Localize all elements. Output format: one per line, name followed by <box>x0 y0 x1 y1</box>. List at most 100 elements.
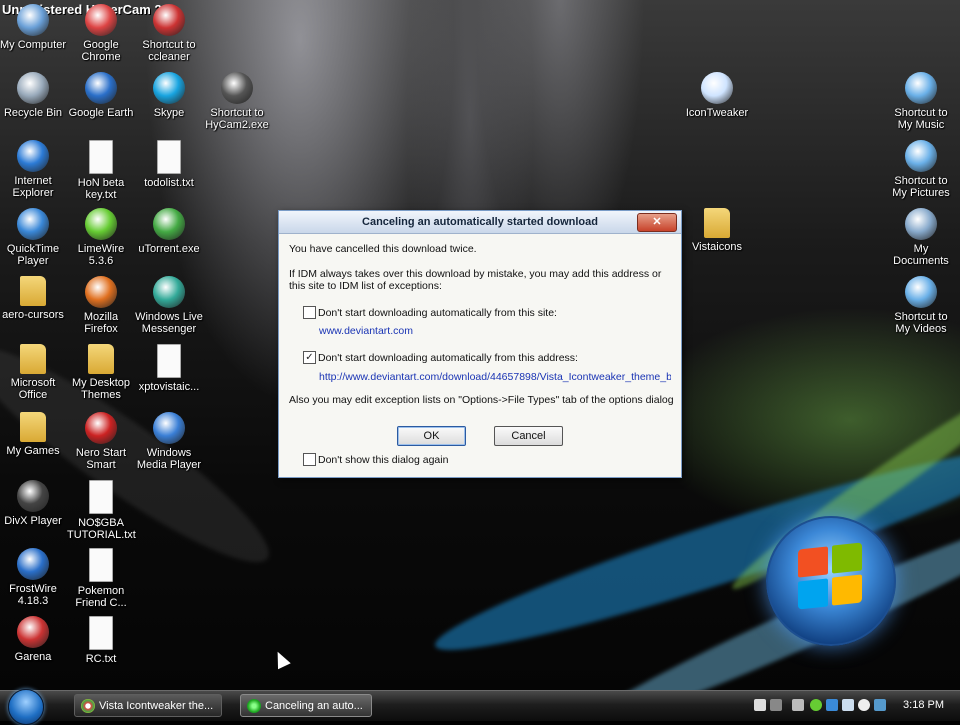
desktop-icon-label: Microsoft Office <box>10 377 56 401</box>
dialog-title: Canceling an automatically started downl… <box>362 216 598 228</box>
desktop-icon-label: Shortcut to HyCam2.exe <box>205 107 269 131</box>
desktop-icon[interactable]: LimeWire 5.3.6 <box>67 208 135 267</box>
desktop-icon[interactable]: aero-cursors <box>0 276 67 321</box>
address-exception-checkbox[interactable]: ✓ <box>303 351 316 364</box>
site-exception-label[interactable]: Don't start downloading automatically fr… <box>318 307 668 319</box>
internet-explorer-icon <box>17 140 49 172</box>
desktop-icon-label: FrostWire 4.18.3 <box>9 583 57 607</box>
idm-icon <box>247 699 261 713</box>
ccleaner-icon <box>153 4 185 36</box>
desktop-icon-label: QuickTime Player <box>6 243 60 267</box>
skype-icon <box>153 72 185 104</box>
desktop-icon[interactable]: todolist.txt <box>135 140 203 189</box>
desktop-icon[interactable]: My Documents <box>887 208 955 267</box>
text-file-icon <box>89 616 113 650</box>
recycle-bin-icon <box>17 72 49 104</box>
desktop-icon[interactable]: uTorrent.exe <box>135 208 203 255</box>
desktop-icon[interactable]: IconTweaker <box>683 72 751 119</box>
messenger-tray-icon[interactable] <box>874 699 886 711</box>
desktop-icon[interactable]: Microsoft Office <box>0 344 67 401</box>
desktop-icon[interactable]: My Computer <box>0 4 67 51</box>
desktop-icon[interactable]: Skype <box>135 72 203 119</box>
taskbar: Vista Icontweaker the... Canceling an au… <box>0 689 960 725</box>
exceptions-message: If IDM always takes over this download b… <box>289 268 662 292</box>
desktop-icon-label: My Documents <box>893 243 949 267</box>
desktop-icon-label: Nero Start Smart <box>75 447 127 471</box>
desktop-icon[interactable]: Vistaicons <box>683 208 751 253</box>
address-exception-label[interactable]: Don't start downloading automatically fr… <box>318 352 668 364</box>
taskbar-button-dialog[interactable]: Canceling an auto... <box>240 694 372 717</box>
desktop-icon-label: Shortcut to ccleaner <box>142 39 196 63</box>
desktop-icon[interactable]: Shortcut to My Videos <box>887 276 955 335</box>
desktop-icon[interactable]: Google Earth <box>67 72 135 119</box>
videos-folder-icon <box>905 276 937 308</box>
keyboard-icon[interactable] <box>770 699 782 711</box>
desktop-icon[interactable]: xptovistaic... <box>135 344 203 393</box>
desktop-icon[interactable]: NO$GBA TUTORIAL.txt <box>67 480 136 541</box>
divx-icon <box>17 480 49 512</box>
desktop: Unregistered HyperCam 2 My Computer Googl… <box>0 0 960 690</box>
desktop-icon[interactable]: HoN beta key.txt <box>67 140 135 201</box>
desktop-icon-label: xptovistaic... <box>138 381 200 393</box>
quicktime-icon <box>17 208 49 240</box>
desktop-icon-label: IconTweaker <box>685 107 749 119</box>
desktop-icon[interactable]: My Desktop Themes <box>67 344 135 401</box>
icontweaker-icon <box>701 72 733 104</box>
nero-icon <box>85 412 117 444</box>
desktop-icon[interactable]: QuickTime Player <box>0 208 67 267</box>
desktop-icon[interactable]: Google Chrome <box>67 4 135 63</box>
cancel-button[interactable]: Cancel <box>494 426 563 446</box>
windows-logo <box>766 516 896 646</box>
dialog-body: You have cancelled this download twice. … <box>279 234 681 477</box>
desktop-icon-label: My Desktop Themes <box>71 377 131 401</box>
desktop-icon[interactable]: FrostWire 4.18.3 <box>0 548 67 607</box>
text-file-icon <box>157 344 181 378</box>
desktop-icon[interactable]: RC.txt <box>67 616 135 665</box>
desktop-icon[interactable]: My Games <box>0 412 67 457</box>
desktop-icon[interactable]: Shortcut to ccleaner <box>135 4 203 63</box>
desktop-icon[interactable]: Recycle Bin <box>0 72 67 119</box>
ok-button[interactable]: OK <box>397 426 466 446</box>
taskbar-button-label: Vista Icontweaker the... <box>99 700 214 712</box>
desktop-icon-label: Google Earth <box>68 107 134 119</box>
desktop-icon[interactable]: Nero Start Smart <box>67 412 135 471</box>
monitor-icon[interactable] <box>826 699 838 711</box>
desktop-icon[interactable]: Mozilla Firefox <box>67 276 135 335</box>
folder-icon <box>20 276 46 306</box>
chat-icon[interactable] <box>842 699 854 711</box>
volume-icon[interactable] <box>858 699 870 711</box>
desktop-icon-label: todolist.txt <box>144 177 194 189</box>
taskbar-button-chrome[interactable]: Vista Icontweaker the... <box>74 694 222 717</box>
pictures-folder-icon <box>905 140 937 172</box>
desktop-icon[interactable]: Shortcut to My Pictures <box>887 140 955 199</box>
folder-icon <box>704 208 730 238</box>
arrow-icon[interactable] <box>792 699 804 711</box>
desktop-icon[interactable]: Shortcut to HyCam2.exe <box>203 72 271 131</box>
close-button[interactable]: ✕ <box>637 213 677 232</box>
desktop-icon[interactable]: Windows Live Messenger <box>135 276 203 335</box>
pen-icon[interactable] <box>754 699 766 711</box>
desktop-icon-label: aero-cursors <box>2 309 64 321</box>
clock[interactable]: 3:18 PM <box>903 699 944 711</box>
text-file-icon <box>157 140 181 174</box>
dont-show-label[interactable]: Don't show this dialog again <box>318 454 668 466</box>
desktop-icon-label: My Computer <box>0 39 67 51</box>
desktop-icon[interactable]: Windows Media Player <box>135 412 203 471</box>
desktop-icon-label: Skype <box>153 107 185 119</box>
address-url: http://www.deviantart.com/download/44657… <box>319 371 671 383</box>
desktop-icon[interactable]: Shortcut to My Music <box>887 72 955 131</box>
desktop-icon[interactable]: Pokemon Friend C... <box>67 548 135 609</box>
desktop-icon[interactable]: Garena <box>0 616 67 663</box>
desktop-icon[interactable]: DivX Player <box>0 480 67 527</box>
desktop-icon-label: Windows Live Messenger <box>135 311 203 335</box>
site-exception-checkbox[interactable] <box>303 306 316 319</box>
check-mark-icon: ✓ <box>305 352 314 363</box>
desktop-icon-label: LimeWire 5.3.6 <box>77 243 125 267</box>
dialog-titlebar[interactable]: Canceling an automatically started downl… <box>279 211 681 234</box>
firefox-icon <box>85 276 117 308</box>
dont-show-checkbox[interactable] <box>303 453 316 466</box>
desktop-icon-label: Vistaicons <box>692 241 742 253</box>
desktop-icon[interactable]: Internet Explorer <box>0 140 67 199</box>
network-icon[interactable] <box>810 699 822 711</box>
document-icon <box>89 548 113 582</box>
